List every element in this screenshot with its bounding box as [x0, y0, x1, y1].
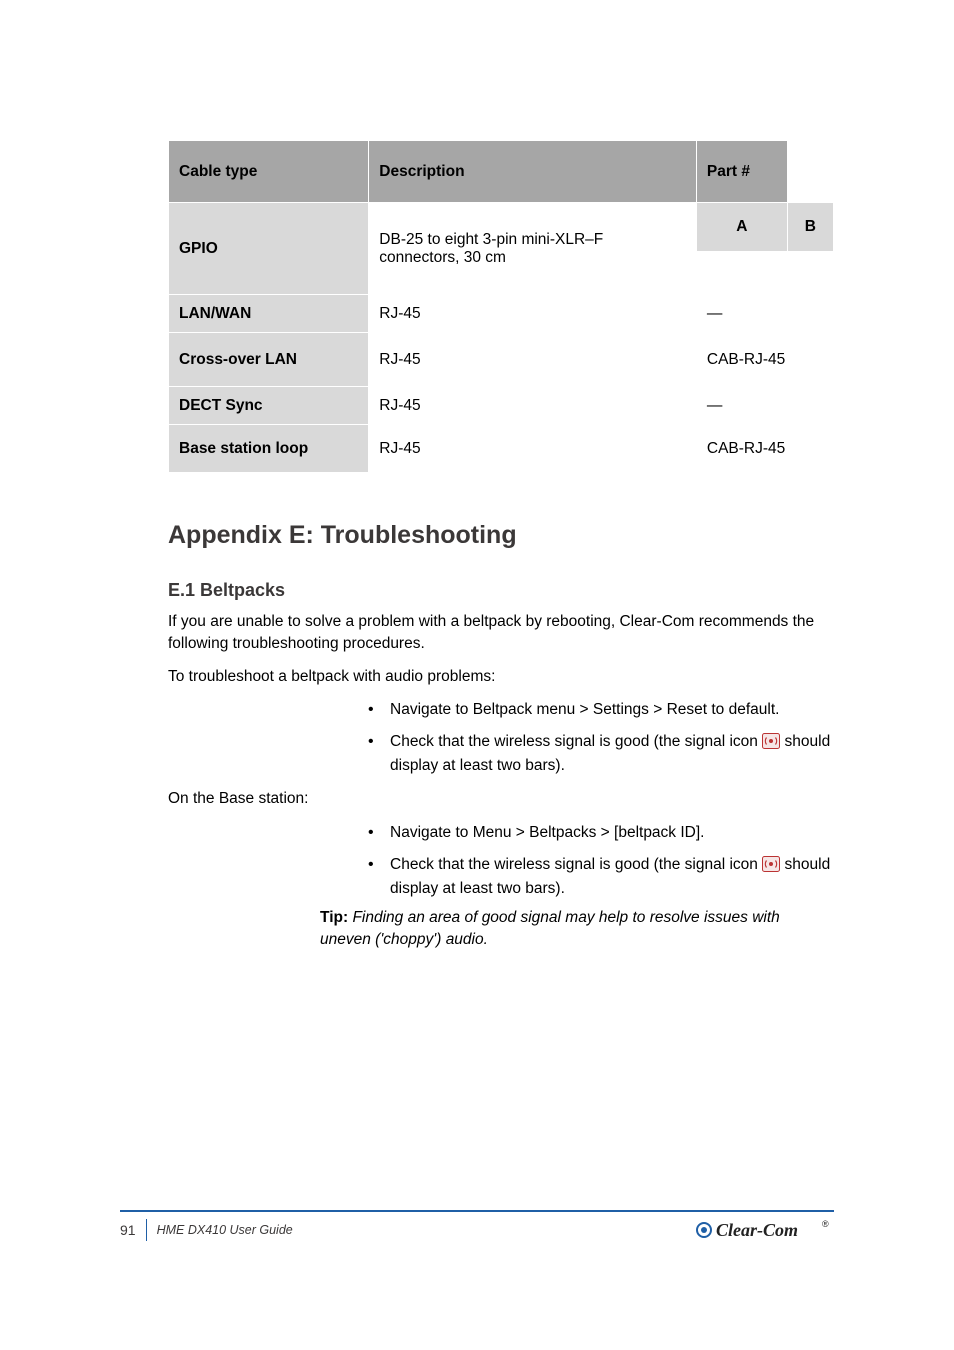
- cell-loop-label: Base station loop: [169, 425, 369, 473]
- list-item: Check that the wireless signal is good (…: [368, 730, 834, 778]
- cell-lan-label: LAN/WAN: [169, 295, 369, 333]
- cell-lan-part: —: [696, 295, 833, 333]
- footer-divider: [146, 1219, 147, 1241]
- brand-logo: Clear-Com ®: [694, 1216, 834, 1244]
- page-number: 91: [120, 1222, 136, 1238]
- sub-title: E.1 Beltpacks: [168, 580, 834, 601]
- footer-rule: [120, 1210, 834, 1212]
- tip-icon: [288, 907, 308, 932]
- row-loop: Base station loop RJ-45 CAB-RJ-45: [169, 425, 834, 473]
- cell-crossover-label: Cross-over LAN: [169, 333, 369, 387]
- list-item: Check that the wireless signal is good (…: [368, 853, 834, 901]
- list-beltpack-steps: Navigate to Beltpack menu > Settings > R…: [168, 698, 834, 778]
- cable-spec-table: Cable type Description Part # GPIO DB-25…: [168, 140, 834, 473]
- signal-icon: [762, 856, 780, 872]
- cell-loop-desc: RJ-45: [369, 425, 697, 473]
- para-audio-problems: To troubleshoot a beltpack with audio pr…: [168, 666, 828, 688]
- tip-text: Finding an area of good signal may help …: [320, 909, 780, 948]
- th-cable-type: Cable type: [169, 141, 369, 203]
- cell-gpio-B-val: [787, 251, 833, 294]
- list-item: Navigate to Beltpack menu > Settings > R…: [368, 698, 834, 722]
- row-gpio-ab: GPIO DB-25 to eight 3-pin mini-XLR–F con…: [169, 203, 834, 252]
- row-dect: DECT Sync RJ-45 —: [169, 387, 834, 425]
- cell-lan-desc: RJ-45: [369, 295, 697, 333]
- svg-text:Clear-Com: Clear-Com: [716, 1220, 798, 1240]
- tip-block: Tip: Finding an area of good signal may …: [288, 907, 834, 952]
- cell-crossover-desc: RJ-45: [369, 333, 697, 387]
- list-item: Navigate to Menu > Beltpacks > [beltpack…: [368, 821, 834, 845]
- cell-crossover-part: CAB-RJ-45: [696, 333, 833, 387]
- cell-loop-part: CAB-RJ-45: [696, 425, 833, 473]
- cell-gpio-B: B: [787, 203, 833, 252]
- page-footer: 91 HME DX410 User Guide Clear-Com ®: [120, 1210, 834, 1250]
- appendix-title: Appendix E: Troubleshooting: [168, 521, 834, 550]
- footer-doc-title: HME DX410 User Guide: [157, 1223, 293, 1237]
- th-description: Description: [369, 141, 697, 203]
- list-text-prefix: Check that the wireless signal is good (…: [390, 856, 762, 873]
- cell-dect-label: DECT Sync: [169, 387, 369, 425]
- cell-dect-part: —: [696, 387, 833, 425]
- para-intro: If you are unable to solve a problem wit…: [168, 611, 828, 656]
- svg-text:®: ®: [822, 1219, 829, 1229]
- list-text-prefix: Check that the wireless signal is good (…: [390, 733, 762, 750]
- cell-gpio-label: GPIO: [169, 203, 369, 295]
- signal-icon: [762, 733, 780, 749]
- tip-label: Tip:: [320, 909, 348, 926]
- cell-gpio-desc: DB-25 to eight 3-pin mini-XLR–F connecto…: [369, 203, 697, 295]
- cell-gpio-A-val: [696, 251, 787, 294]
- list-basestation-steps: Navigate to Menu > Beltpacks > [beltpack…: [168, 821, 834, 901]
- row-lan: LAN/WAN RJ-45 —: [169, 295, 834, 333]
- cell-gpio-A: A: [696, 203, 787, 252]
- th-part: Part #: [696, 141, 787, 203]
- row-crossover: Cross-over LAN RJ-45 CAB-RJ-45: [169, 333, 834, 387]
- cell-dect-desc: RJ-45: [369, 387, 697, 425]
- para-basestation: On the Base station:: [168, 788, 828, 810]
